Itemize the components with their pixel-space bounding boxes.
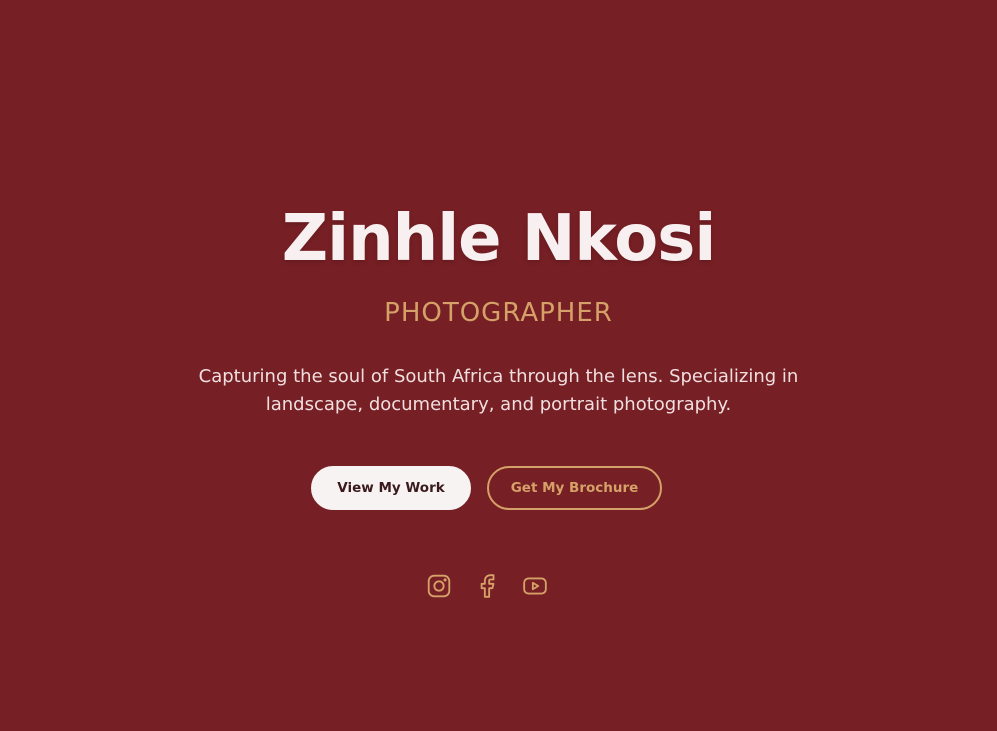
hero-name: Zinhle Nkosi [281, 202, 717, 276]
hero-tagline: Capturing the soul of South Africa throu… [198, 366, 799, 415]
facebook-icon [474, 573, 500, 599]
hero-section: Zinhle Nkosi PHOTOGRAPHER Capturing the … [0, 0, 997, 731]
youtube-link[interactable] [522, 573, 548, 599]
youtube-icon [522, 573, 548, 599]
instagram-icon [426, 573, 452, 599]
instagram-link[interactable] [426, 573, 452, 599]
facebook-link[interactable] [474, 573, 500, 599]
get-my-brochure-button[interactable]: Get My Brochure [487, 466, 662, 510]
hero-role: PHOTOGRAPHER [384, 298, 613, 328]
view-my-work-button[interactable]: View My Work [311, 466, 471, 510]
